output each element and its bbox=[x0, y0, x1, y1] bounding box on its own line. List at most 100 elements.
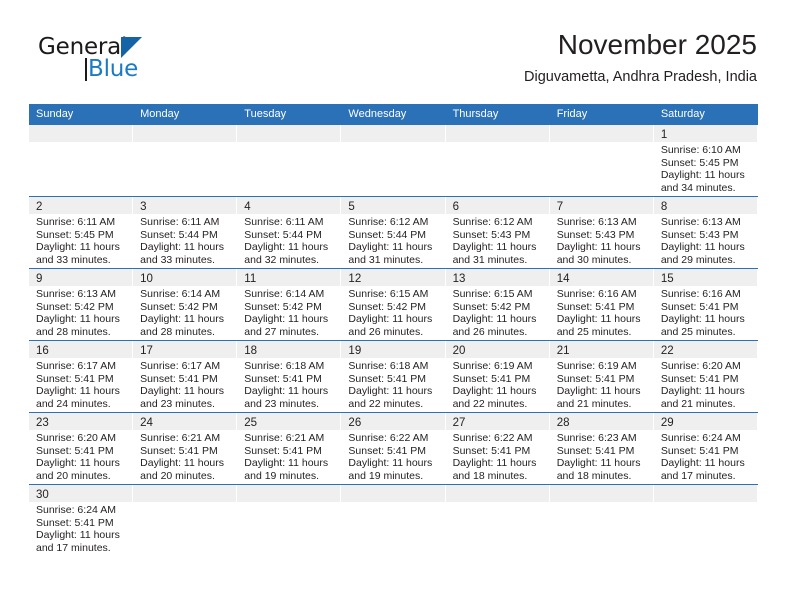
logo-text-blue: Blue bbox=[88, 56, 139, 82]
calendar-day-cell[interactable]: 12 Sunrise: 6:15 AM Sunset: 5:42 PM Dayligh… bbox=[341, 269, 446, 340]
calendar-day-cell[interactable]: 15 Sunrise: 6:16 AM Sunset: 5:41 PM Dayligh… bbox=[653, 269, 758, 340]
calendar-day-cell[interactable]: 19 Sunrise: 6:18 AM Sunset: 5:41 PM Dayligh… bbox=[341, 341, 446, 412]
calendar-empty-cell bbox=[341, 125, 446, 196]
weekday-header-monday: Monday bbox=[140, 108, 180, 120]
sunset-time: Sunset: 5:41 PM bbox=[36, 372, 114, 385]
daylight-duration-line-1: Daylight: 11 hours bbox=[36, 385, 120, 398]
title-block: November 2025 Diguvametta, Andhra Prades… bbox=[524, 28, 757, 86]
daylight-duration-line-1: Daylight: 11 hours bbox=[452, 241, 537, 254]
daylight-duration-line-2: and 24 minutes. bbox=[36, 397, 111, 410]
calendar-day-cell[interactable]: 11 Sunrise: 6:14 AM Sunset: 5:42 PM Dayligh… bbox=[237, 269, 342, 340]
general-blue-logo[interactable]: General Blue bbox=[38, 36, 188, 96]
calendar-empty-cell bbox=[341, 485, 446, 558]
calendar-day-cell[interactable]: 7 Sunrise: 6:13 AM Sunset: 5:43 PM Daylight… bbox=[549, 197, 654, 268]
calendar-day-cell[interactable]: 5 Sunrise: 6:12 AM Sunset: 5:44 PM Daylight… bbox=[341, 197, 446, 268]
calendar-day-cell[interactable]: 23 Sunrise: 6:20 AM Sunset: 5:41 PM Dayligh… bbox=[29, 413, 134, 484]
day-number-band: 12 bbox=[341, 269, 446, 286]
sunrise-time: Sunrise: 6:16 AM bbox=[660, 288, 741, 300]
calendar-day-cell[interactable]: 2 Sunrise: 6:11 AM Sunset: 5:45 PM Daylight… bbox=[29, 197, 134, 268]
day-number-band: 30 bbox=[29, 485, 134, 502]
daylight-duration-line-2: and 31 minutes. bbox=[452, 253, 528, 266]
sunrise-time: Sunrise: 6:12 AM bbox=[452, 216, 533, 228]
sunrise-time: Sunrise: 6:22 AM bbox=[348, 432, 429, 444]
calendar-day-cell[interactable]: 10 Sunrise: 6:14 AM Sunset: 5:42 PM Dayligh… bbox=[133, 269, 238, 340]
sunrise-time: Sunrise: 6:13 AM bbox=[36, 288, 116, 300]
daylight-duration-line-2: and 21 minutes. bbox=[660, 397, 736, 410]
day-details: Sunrise: 6:18 AM Sunset: 5:41 PM Daylight:… bbox=[341, 358, 445, 410]
sunset-time: Sunset: 5:42 PM bbox=[452, 300, 531, 313]
sunrise-time: Sunrise: 6:17 AM bbox=[140, 360, 221, 372]
daylight-duration-line-2: and 23 minutes. bbox=[140, 397, 215, 410]
daylight-duration-line-2: and 23 minutes. bbox=[244, 397, 319, 410]
sunset-time: Sunset: 5:41 PM bbox=[660, 372, 739, 385]
daylight-duration-line-1: Daylight: 11 hours bbox=[660, 385, 745, 398]
day-details: Sunrise: 6:24 AM Sunset: 5:41 PM Daylight:… bbox=[29, 502, 133, 554]
day-details bbox=[654, 502, 758, 504]
calendar-day-cell[interactable]: 22 Sunrise: 6:20 AM Sunset: 5:41 PM Dayligh… bbox=[653, 341, 758, 412]
sunset-time: Sunset: 5:41 PM bbox=[244, 372, 322, 385]
day-details: Sunrise: 6:13 AM Sunset: 5:43 PM Daylight:… bbox=[654, 214, 758, 266]
calendar-day-cell[interactable]: 3 Sunrise: 6:11 AM Sunset: 5:44 PM Daylight… bbox=[133, 197, 238, 268]
day-details: Sunrise: 6:11 AM Sunset: 5:44 PM Daylight:… bbox=[133, 214, 237, 266]
sunset-time: Sunset: 5:42 PM bbox=[244, 300, 322, 313]
calendar-day-cell[interactable]: 20 Sunrise: 6:19 AM Sunset: 5:41 PM Dayligh… bbox=[445, 341, 550, 412]
day-number-band bbox=[341, 125, 446, 142]
calendar-day-cell[interactable]: 30 Sunrise: 6:24 AM Sunset: 5:41 PM Dayligh… bbox=[29, 485, 134, 558]
day-details: Sunrise: 6:11 AM Sunset: 5:45 PM Daylight:… bbox=[29, 214, 133, 266]
day-number: 18 bbox=[244, 345, 258, 357]
sunset-time: Sunset: 5:41 PM bbox=[452, 444, 531, 457]
calendar-day-cell[interactable]: 8 Sunrise: 6:13 AM Sunset: 5:43 PM Daylight… bbox=[653, 197, 758, 268]
daylight-duration-line-2: and 20 minutes. bbox=[140, 469, 215, 482]
daylight-duration-line-1: Daylight: 11 hours bbox=[556, 385, 641, 398]
calendar-day-cell[interactable]: 17 Sunrise: 6:17 AM Sunset: 5:41 PM Dayligh… bbox=[133, 341, 238, 412]
sunset-time: Sunset: 5:44 PM bbox=[244, 228, 322, 241]
day-number-band bbox=[341, 485, 446, 502]
day-number: 23 bbox=[36, 417, 49, 429]
calendar-day-cell[interactable]: 28 Sunrise: 6:23 AM Sunset: 5:41 PM Dayligh… bbox=[549, 413, 654, 484]
daylight-duration-line-2: and 17 minutes. bbox=[36, 541, 111, 554]
day-number: 20 bbox=[452, 345, 466, 357]
calendar-day-cell[interactable]: 25 Sunrise: 6:21 AM Sunset: 5:41 PM Dayligh… bbox=[237, 413, 342, 484]
day-number: 30 bbox=[36, 489, 49, 501]
daylight-duration-line-2: and 34 minutes. bbox=[660, 181, 736, 194]
daylight-duration-line-1: Daylight: 11 hours bbox=[452, 313, 537, 326]
day-number-band: 20 bbox=[445, 341, 550, 358]
calendar-day-cell[interactable]: 29 Sunrise: 6:24 AM Sunset: 5:41 PM Dayligh… bbox=[653, 413, 758, 484]
sunrise-time: Sunrise: 6:15 AM bbox=[452, 288, 533, 300]
sunrise-time: Sunrise: 6:14 AM bbox=[140, 288, 221, 300]
sunrise-time: Sunrise: 6:14 AM bbox=[244, 288, 325, 300]
day-number-band bbox=[133, 125, 238, 142]
calendar-day-cell[interactable]: 6 Sunrise: 6:12 AM Sunset: 5:43 PM Daylight… bbox=[445, 197, 550, 268]
calendar-day-cell[interactable]: 4 Sunrise: 6:11 AM Sunset: 5:44 PM Daylight… bbox=[237, 197, 342, 268]
calendar-day-cell[interactable]: 13 Sunrise: 6:15 AM Sunset: 5:42 PM Dayligh… bbox=[445, 269, 550, 340]
day-details: Sunrise: 6:21 AM Sunset: 5:41 PM Daylight:… bbox=[133, 430, 237, 482]
sunset-time: Sunset: 5:41 PM bbox=[556, 300, 635, 313]
calendar-day-cell[interactable]: 14 Sunrise: 6:16 AM Sunset: 5:41 PM Dayligh… bbox=[549, 269, 654, 340]
sunrise-time: Sunrise: 6:24 AM bbox=[660, 432, 741, 444]
calendar-day-cell[interactable]: 18 Sunrise: 6:18 AM Sunset: 5:41 PM Dayligh… bbox=[237, 341, 342, 412]
day-details bbox=[133, 502, 237, 504]
day-details: Sunrise: 6:23 AM Sunset: 5:41 PM Daylight:… bbox=[550, 430, 654, 482]
calendar-day-cell[interactable]: 16 Sunrise: 6:17 AM Sunset: 5:41 PM Dayligh… bbox=[29, 341, 134, 412]
calendar-day-cell[interactable]: 24 Sunrise: 6:21 AM Sunset: 5:41 PM Dayligh… bbox=[133, 413, 238, 484]
day-number-band: 28 bbox=[549, 413, 654, 430]
day-number-band: 1 bbox=[653, 125, 758, 142]
page-header: General Blue November 2025 Diguvametta, … bbox=[29, 28, 757, 96]
day-details bbox=[29, 142, 133, 144]
calendar-day-cell[interactable]: 1 Sunrise: 6:10 AM Sunset: 5:45 PM Daylight… bbox=[653, 125, 758, 196]
calendar-day-cell[interactable]: 21 Sunrise: 6:19 AM Sunset: 5:41 PM Dayligh… bbox=[549, 341, 654, 412]
calendar-day-cell[interactable]: 27 Sunrise: 6:22 AM Sunset: 5:41 PM Dayligh… bbox=[445, 413, 550, 484]
day-details: Sunrise: 6:16 AM Sunset: 5:41 PM Daylight:… bbox=[654, 286, 758, 338]
sunset-time: Sunset: 5:42 PM bbox=[348, 300, 427, 313]
day-number-band: 17 bbox=[133, 341, 238, 358]
sunrise-time: Sunrise: 6:24 AM bbox=[36, 504, 116, 516]
sunset-time: Sunset: 5:41 PM bbox=[556, 444, 635, 457]
day-number-band: 5 bbox=[341, 197, 446, 214]
sunrise-time: Sunrise: 6:23 AM bbox=[556, 432, 637, 444]
day-number: 3 bbox=[140, 201, 147, 213]
calendar-day-cell[interactable]: 9 Sunrise: 6:13 AM Sunset: 5:42 PM Daylight… bbox=[29, 269, 134, 340]
sunrise-time: Sunrise: 6:19 AM bbox=[556, 360, 637, 372]
daylight-duration-line-2: and 19 minutes. bbox=[348, 469, 424, 482]
calendar-day-cell[interactable]: 26 Sunrise: 6:22 AM Sunset: 5:41 PM Dayligh… bbox=[341, 413, 446, 484]
day-number-band: 22 bbox=[653, 341, 758, 358]
